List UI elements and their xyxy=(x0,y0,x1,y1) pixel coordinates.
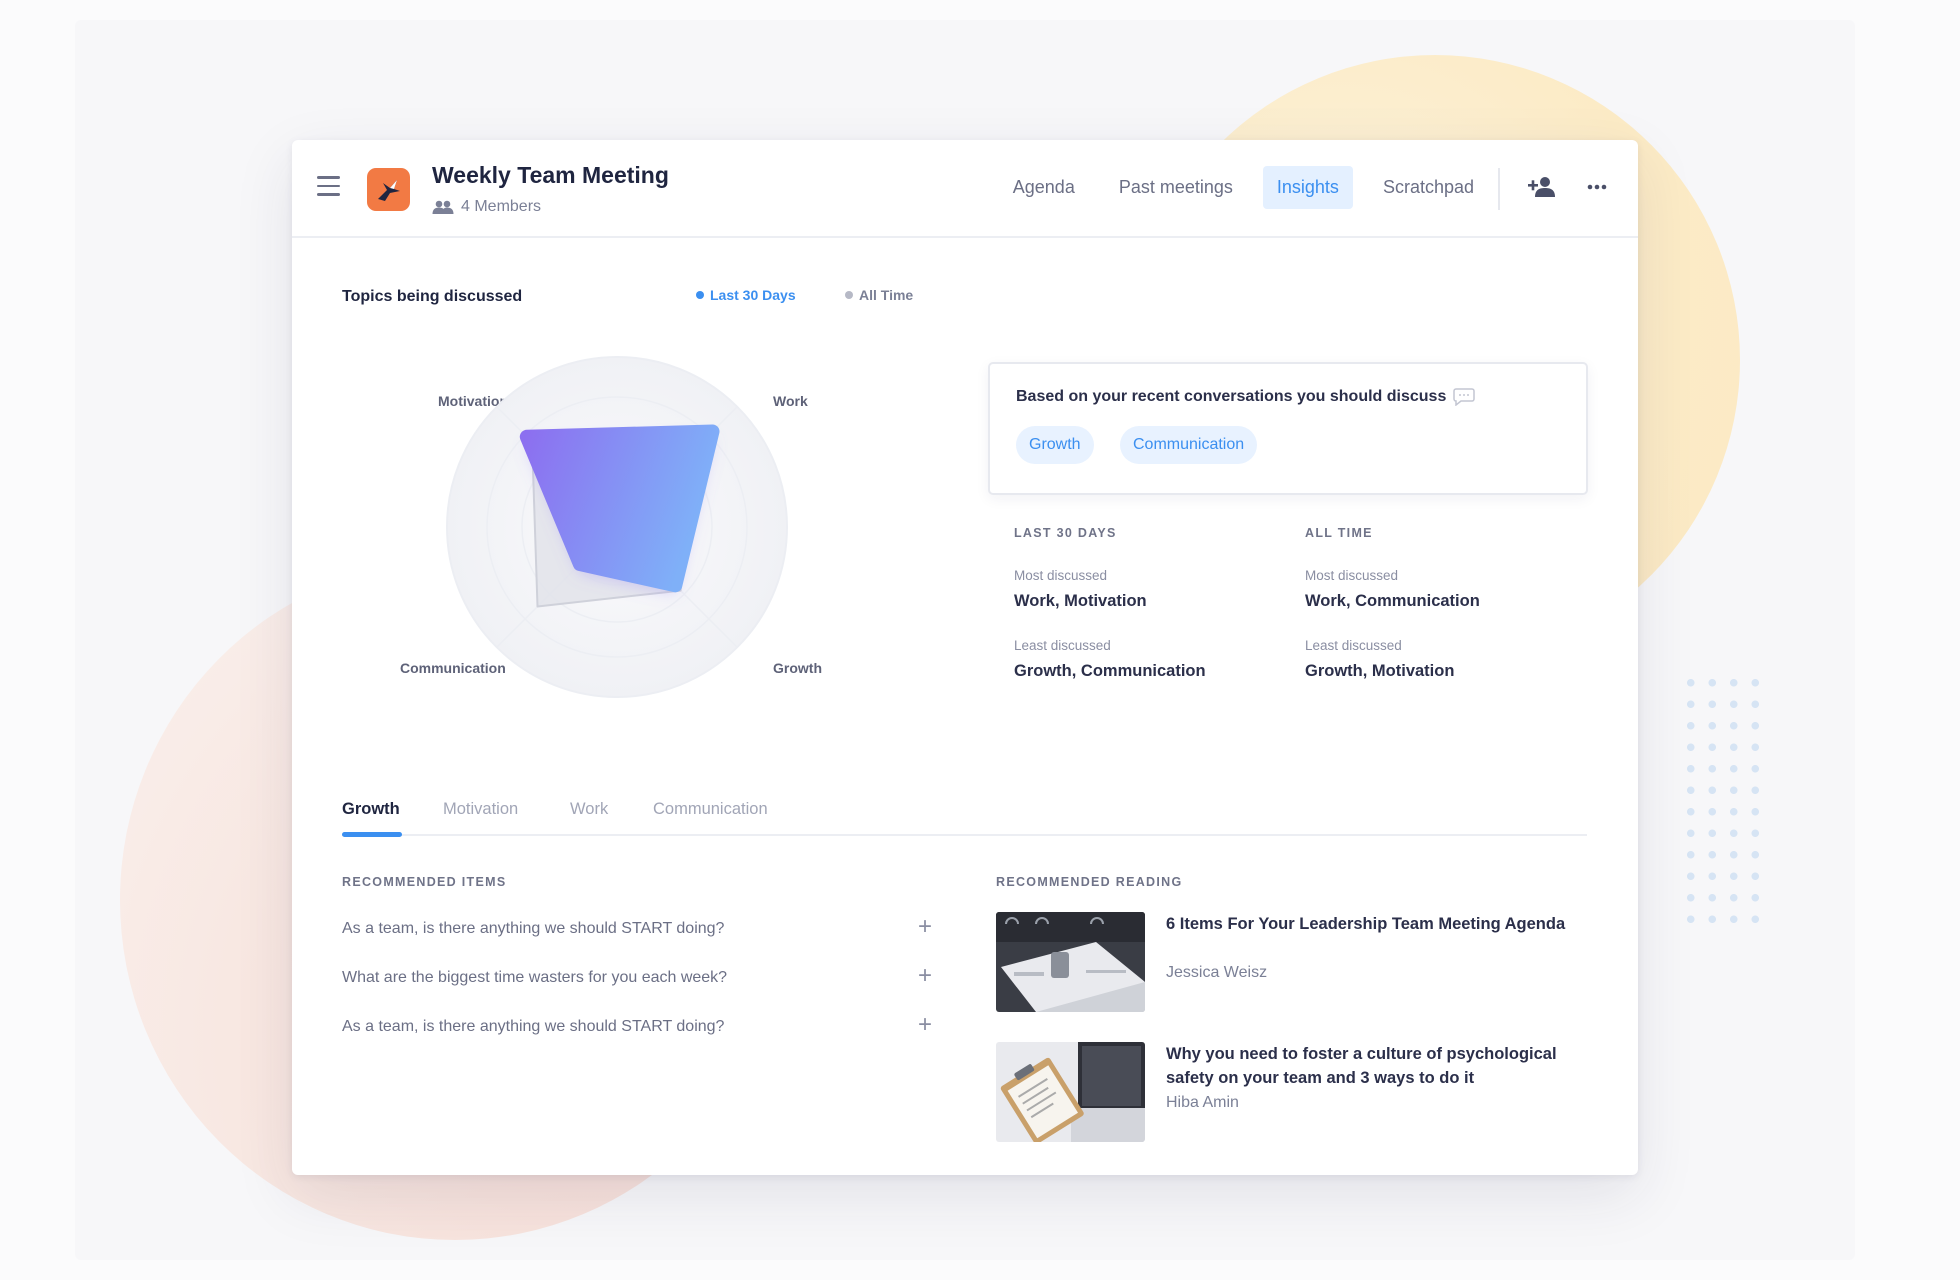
meeting-title: Weekly Team Meeting xyxy=(432,162,669,188)
filter-label: Last 30 Days xyxy=(710,287,796,303)
filter-dot xyxy=(696,291,704,299)
nav-divider xyxy=(1498,168,1500,210)
filter-all-time[interactable]: All Time xyxy=(845,287,913,303)
stats-alltime-least-value: Growth, Motivation xyxy=(1305,662,1455,680)
tab-scratchpad[interactable]: Scratchpad xyxy=(1369,166,1488,209)
filter-dot xyxy=(845,291,853,299)
add-person-icon[interactable] xyxy=(1528,176,1556,203)
stats-alltime-most-value: Work, Communication xyxy=(1305,592,1480,610)
chip-growth[interactable]: Growth xyxy=(1016,426,1094,464)
stats-last30-least-value: Growth, Communication xyxy=(1014,662,1206,680)
plus-icon[interactable]: + xyxy=(918,915,932,939)
header: Weekly Team Meeting 4 Members Agenda Pas… xyxy=(292,140,1638,238)
recommended-items-heading: RECOMMENDED ITEMS xyxy=(342,875,507,889)
people-icon xyxy=(432,200,454,214)
nav-tabs: Agenda Past meetings Insights Scratchpad xyxy=(999,166,1488,209)
members-count[interactable]: 4 Members xyxy=(432,198,541,216)
list-item-text: As a team, is there anything we should S… xyxy=(342,920,725,937)
topic-tabs: Growth Motivation Work Communication xyxy=(342,800,1587,837)
members-label: 4 Members xyxy=(461,198,542,215)
plus-icon[interactable]: + xyxy=(918,964,932,988)
stats-last30-heading: LAST 30 DAYS xyxy=(1014,526,1117,540)
decor-dot-grid xyxy=(1680,672,1770,927)
list-item: As a team, is there anything we should S… xyxy=(342,1013,932,1037)
topic-tab-growth[interactable]: Growth xyxy=(342,800,400,819)
list-item-text: As a team, is there anything we should S… xyxy=(342,1018,725,1035)
article-thumbnail[interactable] xyxy=(996,912,1145,1012)
list-item-text: What are the biggest time wasters for yo… xyxy=(342,969,728,986)
stats-last30-most-value: Work, Motivation xyxy=(1014,592,1147,610)
filter-label: All Time xyxy=(859,287,914,303)
suggestion-box: Based on your recent conversations you s… xyxy=(988,362,1588,495)
article-item[interactable]: Why you need to foster a culture of psyc… xyxy=(996,1042,1596,1142)
chip-communication[interactable]: Communication xyxy=(1120,426,1258,464)
article-title[interactable]: 6 Items For Your Leadership Team Meeting… xyxy=(1166,912,1586,936)
article-author: Jessica Weisz xyxy=(1166,964,1268,981)
recommended-reading-heading: RECOMMENDED READING xyxy=(996,875,1183,889)
meeting-card: Weekly Team Meeting 4 Members Agenda Pas… xyxy=(292,140,1638,1175)
topic-tab-motivation[interactable]: Motivation xyxy=(443,800,518,819)
suggestion-label: Based on your recent conversations you s… xyxy=(1016,388,1447,405)
radar-chart xyxy=(446,356,788,698)
tab-past-meetings[interactable]: Past meetings xyxy=(1105,166,1247,209)
tab-insights[interactable]: Insights xyxy=(1262,166,1353,209)
topics-title: Topics being discussed xyxy=(342,288,523,305)
tab-agenda[interactable]: Agenda xyxy=(999,166,1089,209)
list-item: As a team, is there anything we should S… xyxy=(342,915,932,939)
topic-tab-communication[interactable]: Communication xyxy=(653,800,768,819)
stats-last30-most-label: Most discussed xyxy=(1014,568,1108,583)
active-tab-indicator xyxy=(342,832,402,837)
stats-last30-least-label: Least discussed xyxy=(1014,638,1111,653)
suggestion-text: Based on your recent conversations you s… xyxy=(1016,388,1476,406)
chat-bubble-icon xyxy=(1453,388,1476,406)
stats-alltime-most-label: Most discussed xyxy=(1305,568,1399,583)
more-icon[interactable] xyxy=(1586,176,1608,203)
article-thumbnail[interactable] xyxy=(996,1042,1145,1142)
article-title[interactable]: Why you need to foster a culture of psyc… xyxy=(1166,1042,1586,1090)
bird-logo-icon xyxy=(367,168,410,211)
plus-icon[interactable]: + xyxy=(918,1013,932,1037)
hamburger-icon[interactable] xyxy=(317,176,340,196)
list-item: What are the biggest time wasters for yo… xyxy=(342,964,932,988)
article-item[interactable]: 6 Items For Your Leadership Team Meeting… xyxy=(996,912,1596,1012)
filter-last-30-days[interactable]: Last 30 Days xyxy=(696,287,796,303)
article-author: Hiba Amin xyxy=(1166,1094,1239,1111)
stats-alltime-heading: ALL TIME xyxy=(1305,526,1373,540)
stats-alltime-least-label: Least discussed xyxy=(1305,638,1402,653)
topic-tab-work[interactable]: Work xyxy=(570,800,608,819)
